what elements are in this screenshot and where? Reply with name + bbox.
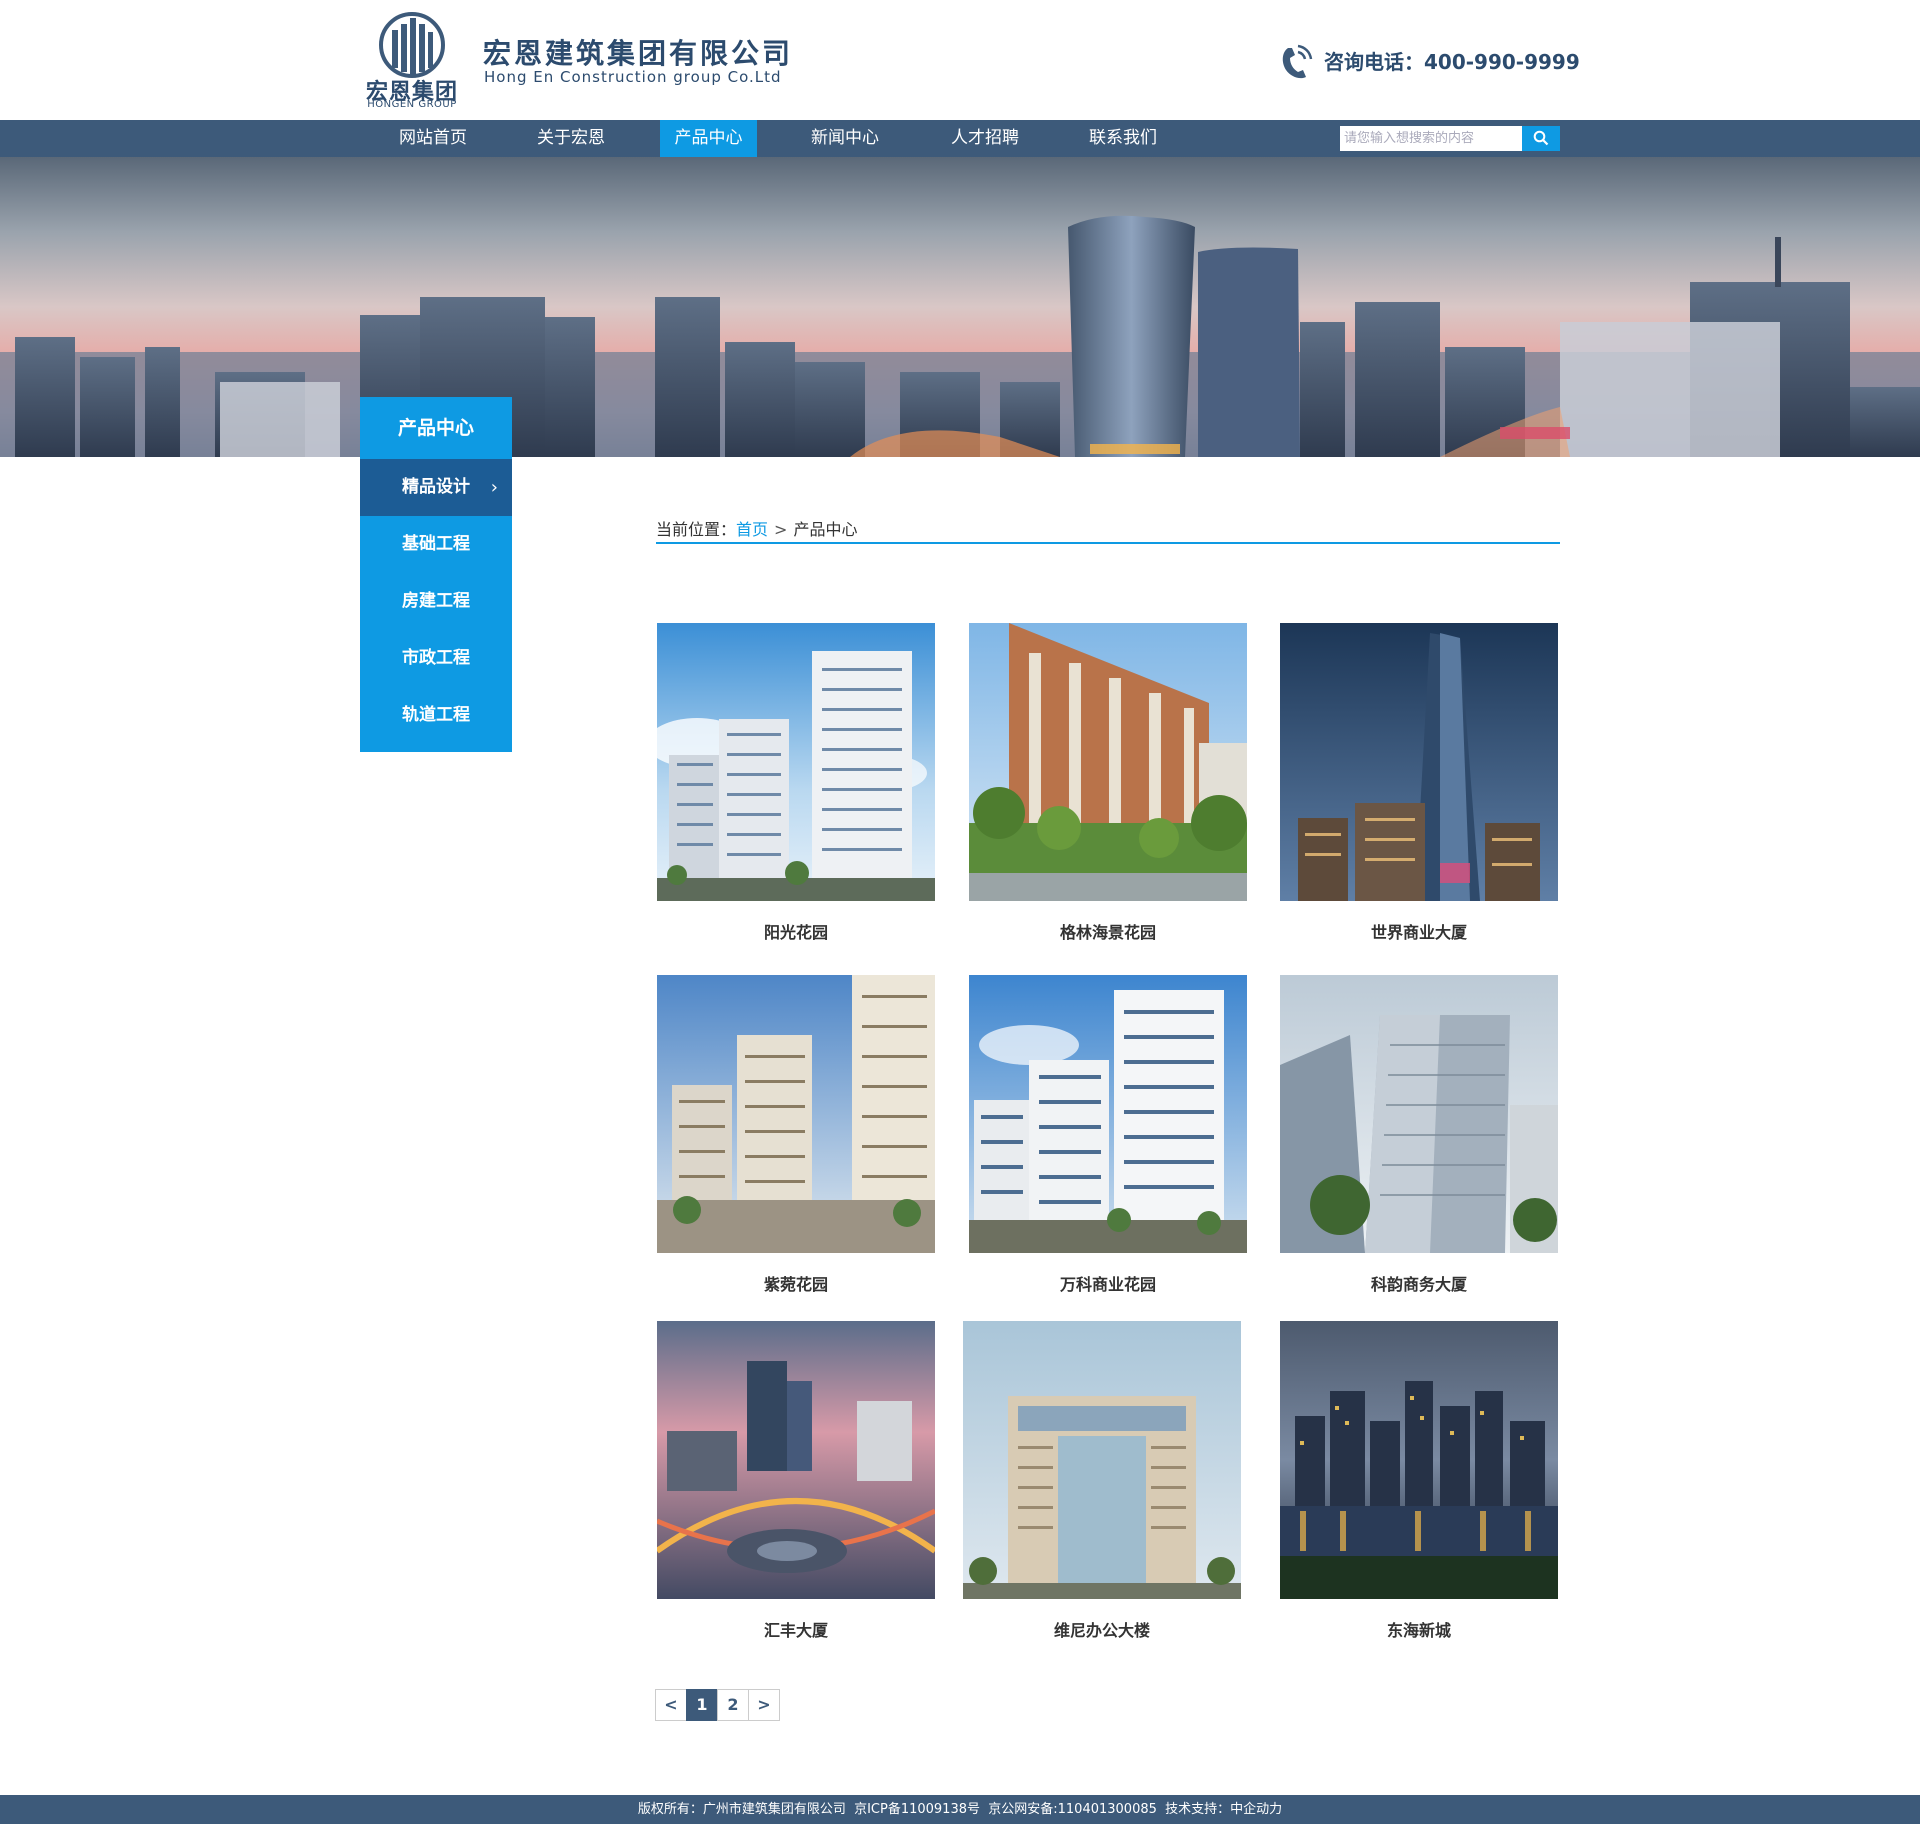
- product-name[interactable]: 阳光花园: [657, 919, 935, 943]
- product-image[interactable]: [657, 975, 935, 1253]
- product-card[interactable]: 维尼办公大楼: [963, 1321, 1241, 1641]
- product-card[interactable]: 阳光花园: [657, 623, 935, 943]
- nav-item-contact[interactable]: 联系我们: [1072, 120, 1174, 157]
- product-card[interactable]: 汇丰大厦: [657, 1321, 935, 1641]
- pagination: < 1 2 >: [655, 1689, 780, 1721]
- phone-icon: [1278, 42, 1314, 80]
- side-item-housing[interactable]: 房建工程: [360, 573, 512, 630]
- side-menu: 产品中心 精品设计 › 基础工程 房建工程 市政工程 轨道工程: [360, 397, 512, 752]
- phone-number: 咨询电话：400-990-9999: [1324, 50, 1580, 74]
- company-name-en: Hong En Construction group Co.Ltd: [484, 68, 782, 86]
- product-name[interactable]: 格林海景花园: [969, 919, 1247, 943]
- product-image[interactable]: [1280, 975, 1558, 1253]
- hero-banner: [0, 157, 1920, 457]
- product-name[interactable]: 维尼办公大楼: [963, 1617, 1241, 1641]
- search-button[interactable]: [1522, 126, 1560, 151]
- side-item-label: 市政工程: [402, 648, 470, 668]
- product-name[interactable]: 科韵商务大厦: [1280, 1271, 1558, 1295]
- site-header: 宏恩集团 HONGEN GROUP 宏恩建筑集团有限公司 Hong En Con…: [0, 0, 1920, 120]
- product-name[interactable]: 万科商业花园: [969, 1271, 1247, 1295]
- nav-item-careers[interactable]: 人才招聘: [934, 120, 1036, 157]
- product-card[interactable]: 世界商业大厦: [1280, 623, 1558, 943]
- breadcrumb-prefix: 当前位置：: [656, 520, 737, 539]
- search-input[interactable]: [1340, 126, 1522, 151]
- side-item-premium-design[interactable]: 精品设计 ›: [360, 459, 512, 516]
- site-footer: 版权所有：广州市建筑集团有限公司 京ICP备11009138号 京公网安备:11…: [0, 1795, 1920, 1824]
- company-name-cn: 宏恩建筑集团有限公司: [483, 37, 794, 70]
- breadcrumb-home-link[interactable]: 首页: [736, 520, 768, 539]
- side-item-rail[interactable]: 轨道工程: [360, 687, 512, 744]
- nav-item-home[interactable]: 网站首页: [382, 120, 484, 157]
- product-image[interactable]: [969, 623, 1247, 901]
- search-icon: [1533, 130, 1549, 146]
- pagination-prev-button[interactable]: <: [655, 1689, 687, 1721]
- side-menu-footer: [360, 744, 512, 752]
- pagination-page-2[interactable]: 2: [717, 1689, 749, 1721]
- nav-item-products[interactable]: 产品中心: [660, 120, 757, 157]
- product-name[interactable]: 世界商业大厦: [1280, 919, 1558, 943]
- main-nav: 网站首页 关于宏恩 产品中心 新闻中心 人才招聘 联系我们: [0, 120, 1920, 157]
- product-image[interactable]: [1280, 623, 1558, 901]
- nav-item-about[interactable]: 关于宏恩: [520, 120, 622, 157]
- chevron-right-icon: ›: [490, 477, 498, 498]
- footer-copyright: 版权所有：广州市建筑集团有限公司 京ICP备11009138号 京公网安备:11…: [637, 1802, 1283, 1817]
- side-menu-title: 产品中心: [360, 397, 512, 459]
- product-image[interactable]: [969, 975, 1247, 1253]
- side-item-label: 轨道工程: [402, 705, 470, 725]
- product-card[interactable]: 东海新城: [1280, 1321, 1558, 1641]
- pagination-page-1[interactable]: 1: [686, 1689, 718, 1721]
- side-item-municipal[interactable]: 市政工程: [360, 630, 512, 687]
- logo-text-en: HONGEN GROUP: [367, 99, 457, 110]
- product-image[interactable]: [657, 1321, 935, 1599]
- product-name[interactable]: 东海新城: [1280, 1617, 1558, 1641]
- breadcrumb-separator: >: [774, 520, 788, 539]
- product-card[interactable]: 格林海景花园: [969, 623, 1247, 943]
- product-name[interactable]: 紫菀花园: [657, 1271, 935, 1295]
- breadcrumb-current: 产品中心: [793, 520, 858, 539]
- side-item-label: 精品设计: [402, 477, 470, 497]
- product-image[interactable]: [657, 623, 935, 901]
- product-card[interactable]: 紫菀花园: [657, 975, 935, 1295]
- product-image[interactable]: [1280, 1321, 1558, 1599]
- product-name[interactable]: 汇丰大厦: [657, 1617, 935, 1641]
- side-item-label: 基础工程: [402, 534, 470, 554]
- side-item-foundation[interactable]: 基础工程: [360, 516, 512, 573]
- side-item-label: 房建工程: [402, 591, 470, 611]
- breadcrumb: 当前位置：首页 > 产品中心: [656, 516, 1560, 544]
- product-card[interactable]: 万科商业花园: [969, 975, 1247, 1295]
- product-image[interactable]: [963, 1321, 1241, 1599]
- product-card[interactable]: 科韵商务大厦: [1280, 975, 1558, 1295]
- nav-item-news[interactable]: 新闻中心: [794, 120, 896, 157]
- pagination-next-button[interactable]: >: [748, 1689, 780, 1721]
